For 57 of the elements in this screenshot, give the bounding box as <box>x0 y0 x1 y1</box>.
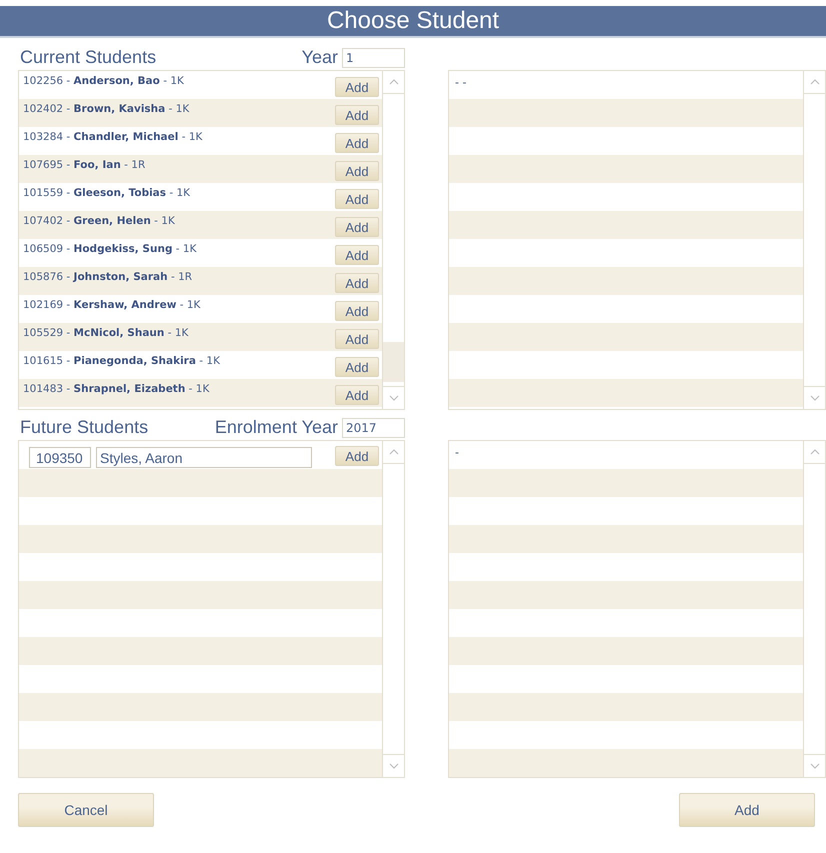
student-entry: 106509 - Hodgekiss, Sung - 1K <box>22 242 196 257</box>
add-button[interactable]: Add <box>335 329 379 349</box>
scrollbar[interactable] <box>803 71 825 409</box>
add-button[interactable]: Add <box>335 385 379 405</box>
student-row[interactable]: 105529 - McNicol, Shaun - 1K Add <box>19 323 382 351</box>
scroll-down-icon[interactable] <box>810 395 820 401</box>
student-entry: 101559 - Gleeson, Tobias - 1K <box>22 186 190 201</box>
add-button[interactable]: Add <box>335 446 379 466</box>
scroll-up-icon[interactable] <box>388 449 398 455</box>
scrollbar[interactable] <box>382 441 404 777</box>
student-row[interactable]: 105876 - Johnston, Sarah - 1R Add <box>19 267 382 295</box>
add-button[interactable]: Add <box>335 161 379 181</box>
student-entry: 105529 - McNicol, Shaun - 1K <box>22 326 188 341</box>
student-row[interactable]: 101483 - Shrapnel, Eizabeth - 1K Add <box>19 379 382 407</box>
add-button[interactable]: Add <box>335 105 379 125</box>
student-entry: 101615 - Pianegonda, Shakira - 1K <box>22 354 220 369</box>
scroll-up-icon[interactable] <box>388 79 398 85</box>
list-entry: - <box>454 445 459 461</box>
scroll-down-icon[interactable] <box>810 763 820 769</box>
scroll-down-icon[interactable] <box>388 763 398 769</box>
enrolment-year-label: Enrolment Year <box>214 417 338 438</box>
student-entry: 102256 - Anderson, Bao - 1K <box>22 74 184 89</box>
add-button[interactable]: Add <box>335 77 379 97</box>
section-heading: Current Students <box>19 47 158 68</box>
add-button[interactable]: Add <box>335 245 379 265</box>
student-row[interactable]: 107402 - Green, Helen - 1K Add <box>19 211 382 239</box>
section-heading: Future Students <box>19 417 150 438</box>
add-button[interactable]: Add <box>335 133 379 153</box>
student-entry: 107402 - Green, Helen - 1K <box>22 214 175 229</box>
student-entry: 102169 - Kershaw, Andrew - 1K <box>22 298 200 313</box>
scroll-thumb[interactable] <box>383 342 404 382</box>
window-title: Choose Student <box>326 7 500 35</box>
enrolment-year-field[interactable]: 2017 <box>342 418 405 438</box>
id-field[interactable]: 109350 <box>29 447 91 468</box>
add-button[interactable]: Add <box>335 189 379 209</box>
cancel-button[interactable]: Cancel <box>18 793 154 827</box>
scrollbar[interactable] <box>382 71 404 409</box>
scroll-up-icon[interactable] <box>810 449 820 455</box>
year-label: Year <box>302 47 338 68</box>
list-entry: - - <box>454 75 466 91</box>
scrollbar[interactable] <box>803 441 825 777</box>
student-entry: 102402 - Brown, Kavisha - 1K <box>22 102 190 117</box>
add-button[interactable]: Add <box>679 793 815 827</box>
student-entry: 105876 - Johnston, Sarah - 1R <box>22 270 192 285</box>
add-button[interactable]: Add <box>335 273 379 293</box>
scroll-up-icon[interactable] <box>810 79 820 85</box>
student-entry: 107695 - Foo, Ian - 1R <box>22 158 146 173</box>
add-button[interactable]: Add <box>335 217 379 237</box>
name-field[interactable]: Styles, Aaron <box>96 447 312 468</box>
add-button[interactable]: Add <box>335 357 379 377</box>
student-row[interactable]: 107695 - Foo, Ian - 1R Add <box>19 155 382 183</box>
scroll-down-icon[interactable] <box>388 395 398 401</box>
student-row[interactable]: 102402 - Brown, Kavisha - 1K Add <box>19 99 382 127</box>
student-entry: 103284 - Chandler, Michael - 1K <box>22 130 202 145</box>
add-button[interactable]: Add <box>335 301 379 321</box>
student-entry: 101483 - Shrapnel, Eizabeth - 1K <box>22 382 210 397</box>
year-field[interactable]: 1 <box>342 48 405 68</box>
